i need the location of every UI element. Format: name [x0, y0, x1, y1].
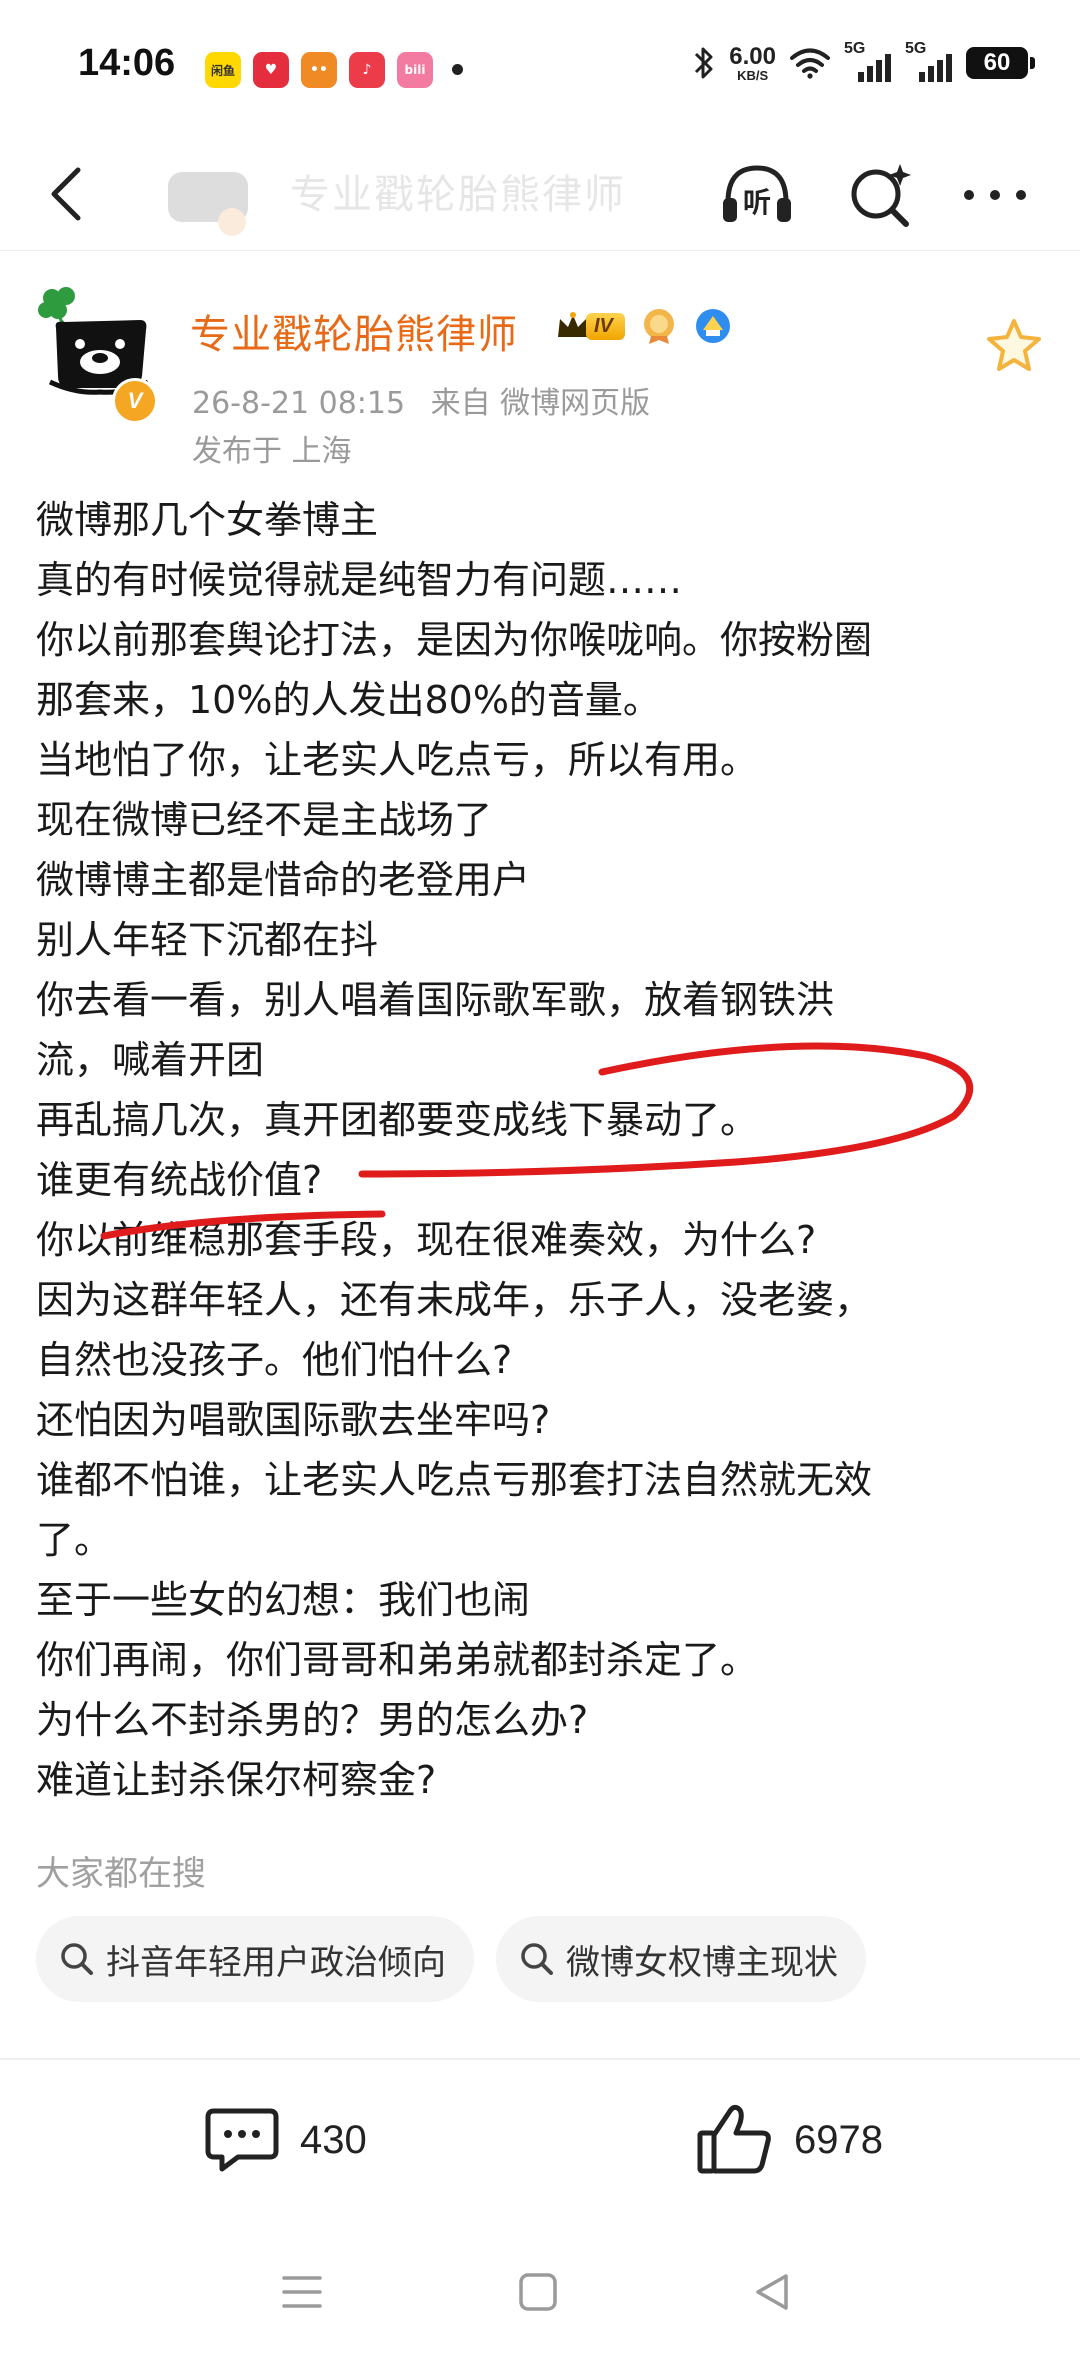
search-icon — [521, 1943, 553, 1975]
post-line: 别人年轻下沉都在抖 — [36, 918, 379, 962]
post-line: 再乱搞几次，真开团都要变成线下暴动了。 — [36, 1098, 759, 1142]
system-navigation-bar — [0, 2240, 1080, 2353]
post-line: 为什么不封杀男的？男的怎么办? — [36, 1698, 589, 1742]
vip-level: IV — [586, 312, 625, 340]
like-count: 6978 — [794, 2117, 883, 2162]
clover-icon — [38, 287, 75, 328]
comment-count: 430 — [300, 2117, 367, 2162]
post-line: 至于一些女的幻想：我们也闹 — [36, 1578, 531, 1622]
chat-app-icon: •• — [301, 52, 337, 88]
listen-button[interactable]: 听 — [720, 158, 794, 232]
like-button[interactable]: 6978 — [696, 2090, 883, 2190]
search-chip[interactable]: 微博女权博主现状 — [496, 1916, 866, 2002]
chevron-left-icon — [51, 167, 81, 221]
menu-lines-icon — [282, 2276, 322, 2308]
post-line: 当地怕了你，让老实人吃点亏，所以有用。 — [36, 738, 759, 782]
post-line: 真的有时候觉得就是纯智力有问题…… — [36, 558, 683, 602]
signal-1-label: 5G — [844, 40, 866, 57]
trending-search-chips: 抖音年轻用户政治倾向 微博女权博主现状 — [36, 1916, 866, 2002]
favorite-star-icon[interactable] — [984, 316, 1044, 376]
post-source: 来自 微博网页版 — [430, 386, 651, 421]
bilibili-app-icon: bili — [397, 52, 433, 88]
signal-5g-2-icon: 5G — [905, 40, 952, 82]
post-action-bar: 430 6978 — [0, 2090, 1080, 2190]
post-line: 你以前维稳那套手段，现在很难奏效，为什么? — [36, 1218, 817, 1262]
post-line: 谁更有统战价值? — [36, 1158, 323, 1202]
divider — [0, 2058, 1080, 2060]
post-line: 还怕因为唱歌国际歌去坐牢吗? — [36, 1398, 551, 1442]
post-line: 你去看一看，别人唱着国际歌军歌，放着钢铁洪 — [36, 978, 835, 1022]
network-speed-value: 6.00 — [729, 42, 776, 70]
notification-app-icons: 闲鱼 ♥ •• ♪ bili — [205, 52, 433, 88]
battery-icon: 60 — [966, 47, 1035, 79]
back-system-button[interactable] — [742, 2262, 802, 2322]
wifi-icon — [790, 48, 830, 79]
post-line: 那套来，10%的人发出80%的音量。 — [36, 678, 661, 722]
post-line: 流，喊着开团 — [36, 1038, 265, 1082]
post-line: 因为这群年轻人，还有未成年，乐子人，没老婆， — [36, 1278, 873, 1322]
nav-title: 专业戳轮胎熊律师 — [290, 172, 626, 218]
post-line: 你们再闹，你们哥哥和弟弟就都封杀定了。 — [36, 1638, 759, 1682]
comment-button[interactable]: 430 — [204, 2090, 367, 2190]
home-button[interactable] — [508, 2262, 568, 2322]
signal-2-label: 5G — [905, 40, 927, 57]
home-square-icon — [519, 2273, 557, 2311]
search-button[interactable] — [844, 158, 918, 232]
status-bar: 14:06 闲鱼 ♥ •• ♪ bili 6.00 KB/S 5G 5G 60 — [0, 0, 1080, 140]
post-header: V 专业戳轮胎熊律师 IV 26-8-21 08:15 来自 微博网页版 发布于… — [0, 262, 1080, 472]
government-verified-icon[interactable] — [693, 306, 733, 346]
post-meta: 26-8-21 08:15 来自 微博网页版 — [192, 378, 650, 422]
svg-text:听: 听 — [743, 186, 771, 219]
status-time: 14:06 — [78, 42, 176, 84]
recent-apps-button[interactable] — [272, 2262, 332, 2322]
verified-v-icon: V — [112, 378, 158, 424]
search-sparkle-icon — [851, 164, 911, 227]
xianyu-app-icon: 闲鱼 — [205, 52, 241, 88]
headphones-listen-icon: 听 — [723, 165, 791, 222]
post-line: 谁都不怕谁，让老实人吃点亏那套打法自然就无效 — [36, 1458, 873, 1502]
battery-level: 60 — [983, 49, 1011, 76]
comment-bubble-icon — [205, 2108, 279, 2172]
author-name[interactable]: 专业戳轮胎熊律师 — [190, 302, 518, 360]
post-line: 微博那几个女拳博主 — [36, 498, 379, 542]
trending-searches-heading: 大家都在搜 — [36, 1854, 206, 1894]
post-line: 自然也没孩子。他们怕什么? — [36, 1338, 513, 1382]
post-line: 难道让封杀保尔柯察金? — [36, 1758, 437, 1802]
post-line: 微博博主都是惜命的老登用户 — [36, 858, 531, 902]
crown-icon — [558, 312, 588, 337]
post-body: 微博那几个女拳博主 真的有时候觉得就是纯智力有问题…… 你以前那套舆论打法，是因… — [36, 490, 1046, 1810]
medal-icon[interactable] — [639, 306, 679, 346]
author-badges: IV — [556, 306, 733, 346]
post-timestamp: 26-8-21 08:15 — [192, 386, 406, 421]
post-line: 你以前那套舆论打法，是因为你喉咙响。你按粉圈 — [36, 618, 873, 662]
network-speed: 6.00 KB/S — [729, 42, 776, 83]
signal-5g-1-icon: 5G — [844, 40, 891, 82]
search-chip-label: 微博女权博主现状 — [566, 1942, 838, 1983]
back-triangle-icon — [756, 2274, 788, 2310]
network-speed-unit: KB/S — [737, 67, 769, 83]
more-notifications-dot — [452, 64, 463, 75]
more-options-button[interactable] — [958, 158, 1032, 232]
post-line: 现在微博已经不是主战场了 — [36, 798, 493, 842]
more-dots-icon — [964, 190, 1026, 200]
status-indicators: 6.00 KB/S 5G 5G 60 — [693, 40, 1035, 83]
music-app-icon: ♪ — [349, 52, 385, 88]
vip-badge[interactable]: IV — [556, 311, 625, 341]
post-line: 了。 — [36, 1518, 113, 1562]
search-icon — [61, 1943, 93, 1975]
search-chip[interactable]: 抖音年轻用户政治倾向 — [36, 1916, 474, 2002]
heart-app-icon: ♥ — [253, 52, 289, 88]
post-location: 发布于 上海 — [192, 434, 352, 469]
nav-avatar-faded-icon — [168, 172, 248, 236]
top-nav-bar: 专业戳轮胎熊律师 听 — [0, 140, 1080, 251]
back-button[interactable] — [34, 162, 98, 226]
thumbs-up-icon — [697, 2104, 771, 2174]
search-chip-label: 抖音年轻用户政治倾向 — [106, 1942, 446, 1983]
bluetooth-icon — [695, 47, 713, 79]
